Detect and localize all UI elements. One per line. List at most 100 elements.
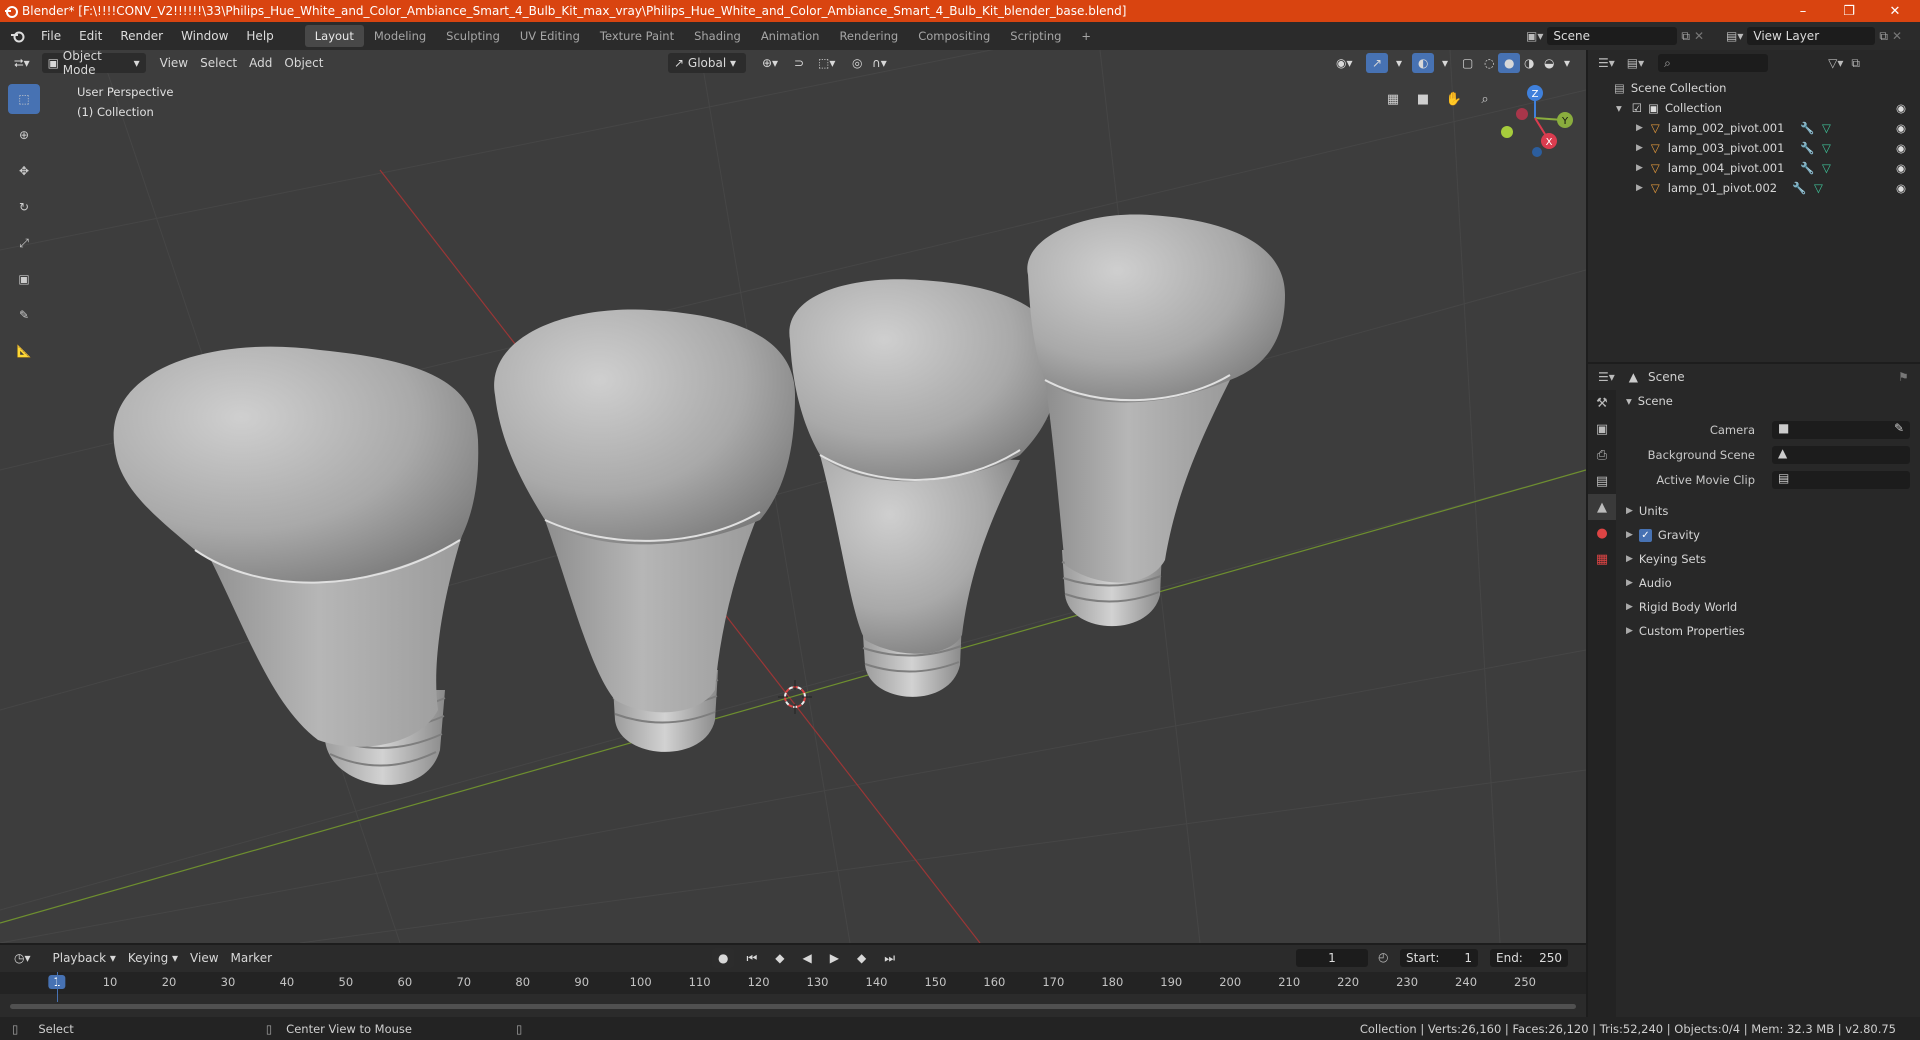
- add-workspace-icon[interactable]: +: [1071, 25, 1101, 47]
- properties-editor-icon[interactable]: ☰▾: [1598, 370, 1615, 384]
- eye-icon[interactable]: ◉: [1896, 161, 1906, 175]
- menu-marker[interactable]: Marker: [225, 948, 278, 968]
- zoom-icon[interactable]: ⌕: [1472, 86, 1498, 112]
- snap-icon[interactable]: ⊃: [788, 53, 810, 73]
- gizmo-dropdown-icon[interactable]: ▾: [1390, 53, 1408, 73]
- play-icon[interactable]: ▶: [824, 948, 845, 968]
- measure-tool-icon[interactable]: 📐: [8, 336, 40, 366]
- toggle-grid-icon[interactable]: ▦: [1380, 86, 1406, 112]
- tab-animation[interactable]: Animation: [751, 25, 830, 47]
- gizmo-toggle-icon[interactable]: ↗: [1366, 53, 1389, 73]
- orientation-dropdown[interactable]: ↗ Global ▾: [668, 53, 746, 73]
- units-panel[interactable]: ▶ Units: [1616, 500, 1920, 522]
- minimize-icon[interactable]: –: [1780, 0, 1826, 22]
- menu-keying[interactable]: Keying ▾: [122, 948, 184, 968]
- mesh-data-icon[interactable]: ▽: [1814, 181, 1823, 195]
- menu-help[interactable]: Help: [237, 25, 282, 47]
- jump-start-icon[interactable]: ⏮: [740, 948, 763, 968]
- eye-icon[interactable]: ◉: [1896, 101, 1906, 115]
- filter-icon[interactable]: ▽▾: [1828, 56, 1843, 70]
- move-tool-icon[interactable]: ✥: [8, 156, 40, 186]
- eye-icon[interactable]: ◉: [1896, 141, 1906, 155]
- blender-menu-icon[interactable]: [10, 29, 26, 43]
- modifier-wrench-icon[interactable]: 🔧: [1800, 161, 1814, 175]
- tab-texture-paint[interactable]: Texture Paint: [590, 25, 684, 47]
- mesh-data-icon[interactable]: ▽: [1822, 121, 1831, 135]
- mesh-data-icon[interactable]: ▽: [1822, 161, 1831, 175]
- snap-target-icon[interactable]: ⬚▾: [812, 53, 841, 73]
- menu-render[interactable]: Render: [111, 25, 172, 47]
- pivot-icon[interactable]: ⊕▾: [756, 53, 784, 73]
- clock-icon[interactable]: ◴: [1378, 950, 1388, 964]
- background-scene-field[interactable]: ▲: [1772, 446, 1910, 464]
- timeline-ruler[interactable]: 1102030405060708090100110120130140150160…: [0, 972, 1586, 994]
- delete-scene-icon[interactable]: ✕: [1694, 29, 1704, 43]
- keying-sets-panel[interactable]: ▶ Keying Sets: [1616, 548, 1920, 570]
- visibility-icon[interactable]: ◉▾: [1330, 53, 1359, 73]
- tab-shading[interactable]: Shading: [684, 25, 751, 47]
- gravity-checkbox[interactable]: ✓: [1638, 528, 1652, 542]
- new-scene-icon[interactable]: ⧉: [1681, 29, 1690, 44]
- outliner-item[interactable]: ▶ ▽ lamp_003_pivot.001 🔧 ▽ ◉: [1588, 138, 1920, 158]
- expand-arrow-icon[interactable]: ▶: [1636, 163, 1643, 173]
- expand-arrow-icon[interactable]: ▶: [1636, 143, 1643, 153]
- bulb-model-2[interactable]: [494, 309, 795, 752]
- close-icon[interactable]: ✕: [1872, 0, 1918, 22]
- expand-arrow-icon[interactable]: ▾: [1616, 101, 1622, 115]
- mode-dropdown[interactable]: ▣ Object Mode ▾: [41, 49, 146, 77]
- end-frame-field[interactable]: End: 250: [1490, 949, 1568, 967]
- expand-arrow-icon[interactable]: ▶: [1636, 123, 1643, 133]
- timeline-scrollbar[interactable]: [10, 1004, 1576, 1009]
- render-tab-icon[interactable]: ▣: [1588, 416, 1616, 442]
- tab-rendering[interactable]: Rendering: [829, 25, 908, 47]
- pin-icon[interactable]: ⚑: [1898, 370, 1909, 384]
- select-box-icon[interactable]: ⬚: [8, 84, 40, 114]
- outliner-search-input[interactable]: ⌕: [1658, 54, 1769, 72]
- prev-keyframe-icon[interactable]: ◆: [769, 948, 790, 968]
- scene-field[interactable]: Scene: [1547, 27, 1678, 45]
- view-layer-field[interactable]: View Layer: [1747, 27, 1876, 45]
- expand-arrow-icon[interactable]: ▶: [1636, 183, 1643, 193]
- tab-sculpting[interactable]: Sculpting: [436, 25, 510, 47]
- menu-object[interactable]: Object: [278, 53, 329, 73]
- restore-icon[interactable]: ❐: [1826, 0, 1872, 22]
- camera-field[interactable]: ■ ✎: [1772, 421, 1910, 439]
- eye-icon[interactable]: ◉: [1896, 181, 1906, 195]
- menu-timeline-view[interactable]: View: [184, 948, 224, 968]
- shading-dropdown-icon[interactable]: ▾: [1558, 53, 1576, 73]
- scene-selector-icon[interactable]: ▣▾: [1526, 29, 1543, 43]
- display-mode-icon[interactable]: ▤▾: [1627, 56, 1644, 70]
- view-layer-icon[interactable]: ▤▾: [1726, 29, 1743, 43]
- tab-layout[interactable]: Layout: [304, 25, 364, 47]
- outliner-scene-collection[interactable]: ▤ Scene Collection: [1588, 78, 1920, 98]
- annotate-tool-icon[interactable]: ✎: [8, 300, 40, 330]
- start-frame-field[interactable]: Start: 1: [1400, 949, 1478, 967]
- eyedropper-icon[interactable]: ✎: [1894, 421, 1904, 435]
- gravity-panel[interactable]: ▶ ✓ Gravity: [1616, 524, 1920, 546]
- menu-select[interactable]: Select: [194, 53, 243, 73]
- tab-uv-editing[interactable]: UV Editing: [510, 25, 590, 47]
- overlay-dropdown-icon[interactable]: ▾: [1436, 53, 1454, 73]
- bulb-model-3[interactable]: [789, 279, 1060, 697]
- new-view-layer-icon[interactable]: ⧉: [1879, 29, 1888, 44]
- outliner-item[interactable]: ▶ ▽ lamp_01_pivot.002 🔧 ▽ ◉: [1588, 178, 1920, 198]
- active-movie-clip-field[interactable]: ▤: [1772, 471, 1910, 489]
- falloff-icon[interactable]: ∩▾: [866, 53, 893, 73]
- menu-window[interactable]: Window: [172, 25, 237, 47]
- menu-file[interactable]: File: [32, 25, 70, 47]
- delete-view-layer-icon[interactable]: ✕: [1892, 29, 1902, 43]
- scene-tab-icon[interactable]: ▲: [1588, 494, 1616, 520]
- play-reverse-icon[interactable]: ◀: [797, 948, 818, 968]
- jump-end-icon[interactable]: ⏭: [878, 948, 901, 968]
- outliner-collection[interactable]: ▾ ☑ ▣ Collection ◉: [1588, 98, 1920, 118]
- modifier-wrench-icon[interactable]: 🔧: [1800, 121, 1814, 135]
- tab-scripting[interactable]: Scripting: [1000, 25, 1071, 47]
- menu-add[interactable]: Add: [243, 53, 278, 73]
- rigid-body-world-panel[interactable]: ▶ Rigid Body World: [1616, 596, 1920, 618]
- next-keyframe-icon[interactable]: ◆: [851, 948, 872, 968]
- world-tab-icon[interactable]: ●: [1588, 520, 1616, 546]
- texture-tab-icon[interactable]: ▦: [1588, 546, 1616, 572]
- pan-hand-icon[interactable]: ✋: [1441, 86, 1467, 112]
- timeline-track[interactable]: [0, 994, 1586, 1017]
- tool-tab-icon[interactable]: ⚒: [1588, 390, 1616, 416]
